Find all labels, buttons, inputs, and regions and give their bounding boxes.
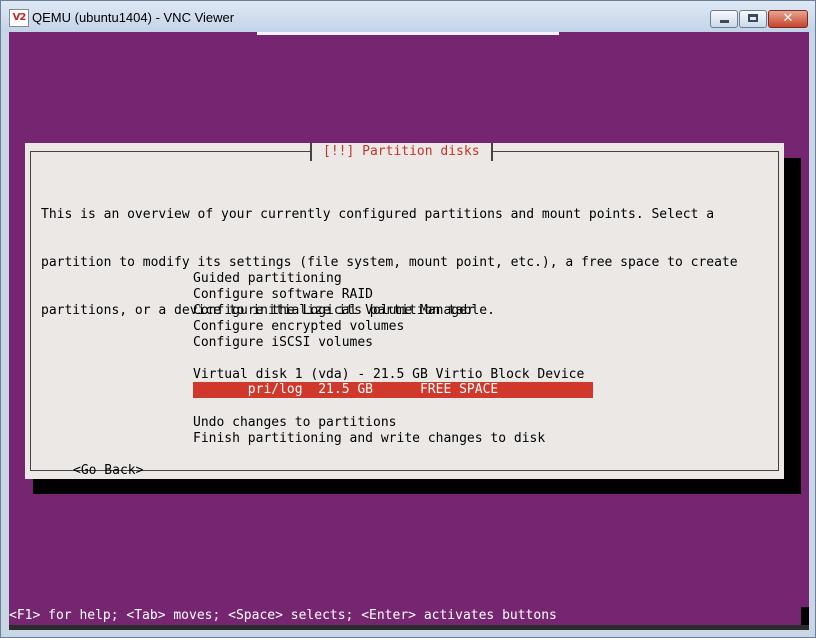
go-back-button[interactable]: <Go Back> xyxy=(73,463,143,479)
partition-dialog: [!!] Partition disks This is an overview… xyxy=(25,143,784,479)
partition-item-free-space-selected[interactable]: pri/log 21.5 GB FREE SPACE xyxy=(193,382,593,398)
menu-item-guided-partitioning[interactable]: Guided partitioning xyxy=(193,271,342,287)
console-screen[interactable]: [!!] Partition disks This is an overview… xyxy=(9,32,809,630)
intro-line: partition to modify its settings (file s… xyxy=(41,255,738,270)
menu-item-iscsi-volumes[interactable]: Configure iSCSI volumes xyxy=(193,335,373,351)
dialog-title: [!!] Partition disks xyxy=(310,143,493,161)
maximize-icon xyxy=(748,14,758,22)
menu-item-encrypted-volumes[interactable]: Configure encrypted volumes xyxy=(193,319,404,335)
menu-item-finish-partitioning[interactable]: Finish partitioning and write changes to… xyxy=(193,431,545,447)
close-icon: ✕ xyxy=(782,11,794,26)
menu-item-software-raid[interactable]: Configure software RAID xyxy=(193,287,373,303)
menu-item-lvm[interactable]: Configure the Logical Volume Manager xyxy=(193,303,475,319)
menu-item-undo-changes[interactable]: Undo changes to partitions xyxy=(193,415,397,431)
disk-item-vda[interactable]: Virtual disk 1 (vda) - 21.5 GB Virtio Bl… xyxy=(193,367,584,383)
vnc-app-icon: V2 xyxy=(9,9,29,27)
window-title: QEMU (ubuntu1404) - VNC Viewer xyxy=(32,10,235,25)
minimize-button[interactable] xyxy=(710,10,738,28)
intro-line: This is an overview of your currently co… xyxy=(41,207,715,222)
vnc-viewer-window: V2 QEMU (ubuntu1404) - VNC Viewer ✕ [!!]… xyxy=(0,0,816,638)
maximize-button[interactable] xyxy=(739,10,767,28)
top-divider xyxy=(257,32,559,35)
bottom-edge xyxy=(9,625,809,630)
minimize-icon xyxy=(720,20,729,23)
status-bar-help: <F1> for help; <Tab> moves; <Space> sele… xyxy=(9,607,801,625)
close-button[interactable]: ✕ xyxy=(768,10,808,28)
title-bar[interactable]: V2 QEMU (ubuntu1404) - VNC Viewer ✕ xyxy=(1,1,815,32)
